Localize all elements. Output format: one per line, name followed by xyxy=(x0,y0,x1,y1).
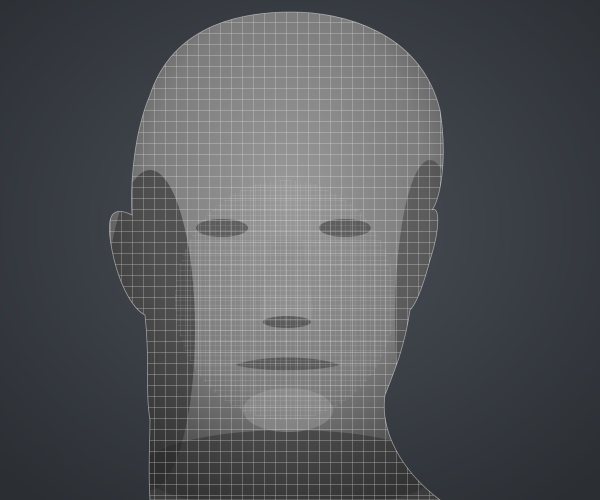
viewport-3d xyxy=(0,0,600,500)
face-dense-wire xyxy=(175,180,395,420)
